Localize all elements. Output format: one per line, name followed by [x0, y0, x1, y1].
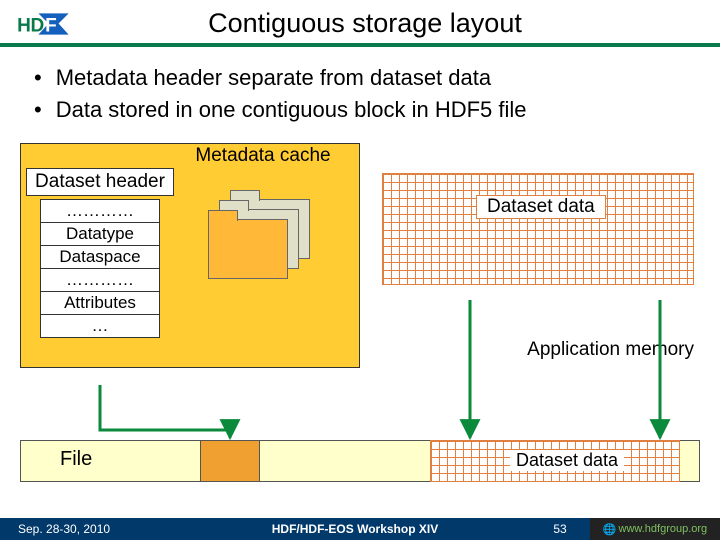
dataset-data-label: Dataset data [476, 195, 606, 219]
file-header-box [200, 440, 260, 482]
file-dataset-label: Dataset data [510, 450, 624, 471]
dataset-header-box: Dataset header [26, 168, 174, 196]
globe-icon: 🌐 [603, 523, 617, 536]
bullet-text: Data stored in one contiguous block in H… [56, 97, 527, 123]
list-item: … [41, 315, 159, 337]
slide-footer: Sep. 28-30, 2010 HDF/HDF-EOS Workshop XI… [0, 518, 720, 540]
list-item: Datatype [41, 223, 159, 246]
slide-header: H D F Contiguous storage layout [0, 0, 720, 43]
svg-text:F: F [45, 15, 57, 36]
folder-icon [208, 219, 288, 279]
diagram-stage: Metadata cache Dataset header ………… Datat… [20, 143, 700, 393]
bullet-dot: • [34, 97, 42, 123]
footer-date: Sep. 28-30, 2010 [0, 522, 180, 536]
footer-site: 🌐 www.hdfgroup.org [590, 518, 720, 540]
list-item: ………… [41, 200, 159, 223]
svg-text:H: H [17, 15, 31, 36]
bullet-list: • Metadata header separate from dataset … [0, 47, 720, 139]
bullet-item: • Metadata header separate from dataset … [30, 65, 690, 91]
footer-page: 53 [530, 522, 590, 536]
svg-text:D: D [31, 15, 45, 36]
list-item: Dataspace [41, 246, 159, 269]
slide-title: Contiguous storage layout [82, 8, 704, 39]
list-item: Attributes [41, 292, 159, 315]
application-memory-label: Application memory [527, 339, 694, 361]
list-item: ………… [41, 269, 159, 292]
dataset-header-list: ………… Datatype Dataspace ………… Attributes … [40, 199, 160, 338]
bullet-dot: • [34, 65, 42, 91]
bullet-text: Metadata header separate from dataset da… [56, 65, 491, 91]
hdf-logo: H D F [16, 10, 72, 38]
footer-event: HDF/HDF-EOS Workshop XIV [180, 522, 530, 536]
footer-url: www.hdfgroup.org [619, 523, 708, 535]
folder-stack [208, 199, 320, 285]
file-label: File [60, 448, 92, 471]
metadata-cache-label: Metadata cache [178, 143, 348, 167]
bullet-item: • Data stored in one contiguous block in… [30, 97, 690, 123]
dataset-data-grid [382, 173, 694, 285]
